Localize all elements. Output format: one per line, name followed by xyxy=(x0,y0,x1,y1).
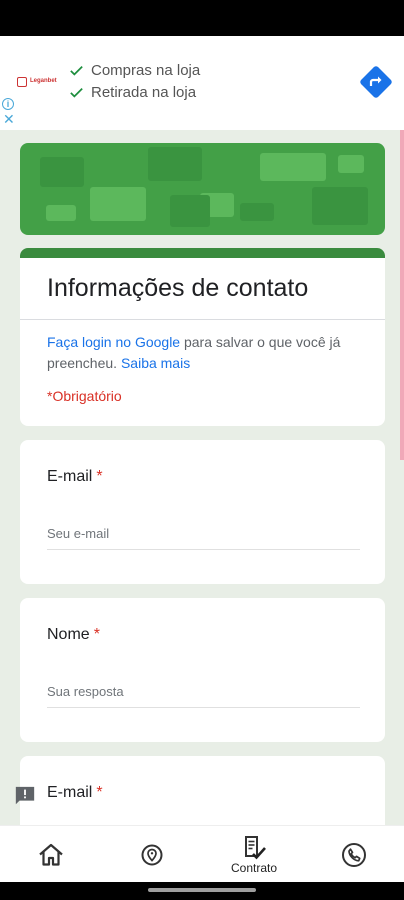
phone-icon xyxy=(342,842,366,867)
form-content[interactable]: Informações de contato Faça login no Goo… xyxy=(0,130,404,825)
title-card-accent xyxy=(20,248,385,258)
form-title: Informações de contato xyxy=(47,274,309,302)
question-card-email: E-mail * Seu e-mail xyxy=(20,440,385,584)
status-bar xyxy=(0,0,404,36)
location-icon xyxy=(141,844,163,865)
nav-phone[interactable] xyxy=(339,826,369,883)
contract-icon xyxy=(245,836,266,860)
google-login-link[interactable]: Faça login no Google xyxy=(47,334,180,350)
nav-contract[interactable]: Contrato xyxy=(224,826,284,883)
feedback-icon[interactable] xyxy=(14,785,36,807)
bottom-navigation: Contrato xyxy=(0,825,404,882)
nav-label: Contrato xyxy=(230,861,278,875)
divider xyxy=(20,319,385,320)
required-asterisk: * xyxy=(96,784,103,801)
ad-banner[interactable]: Leganbet Compras na loja Retirada na loj… xyxy=(0,36,404,130)
check-icon xyxy=(70,88,83,98)
learn-more-link[interactable]: Saiba mais xyxy=(121,355,190,371)
question-card-email-2: E-mail * xyxy=(20,756,385,825)
home-icon xyxy=(39,843,63,866)
question-label: E-mail * xyxy=(47,784,103,801)
ad-feature-label: Compras na loja xyxy=(91,62,201,79)
ad-logo: Leganbet xyxy=(17,76,57,90)
question-card-name: Nome * Sua resposta xyxy=(20,598,385,742)
ad-feature-item: Retirada na loja xyxy=(68,84,196,101)
required-note: *Obrigatório xyxy=(47,388,122,404)
gesture-handle[interactable] xyxy=(148,888,256,892)
ad-feature-item: Compras na loja xyxy=(68,62,200,79)
question-label: E-mail * xyxy=(47,468,103,485)
directions-icon[interactable] xyxy=(359,65,393,99)
required-asterisk: * xyxy=(96,468,103,485)
required-asterisk: * xyxy=(93,626,100,643)
ad-feature-label: Retirada na loja xyxy=(91,84,197,101)
close-icon[interactable]: ✕ xyxy=(3,112,15,126)
form-title-card: Informações de contato Faça login no Goo… xyxy=(20,248,385,426)
info-icon[interactable]: i xyxy=(2,98,14,110)
login-info-text: Faça login no Google para salvar o que v… xyxy=(47,332,362,374)
question-label: Nome * xyxy=(47,626,100,643)
nav-home[interactable] xyxy=(36,826,66,883)
gesture-area xyxy=(0,882,404,900)
scroll-indicator[interactable] xyxy=(400,130,404,460)
nav-location[interactable] xyxy=(138,826,166,883)
email-input[interactable]: Seu e-mail xyxy=(47,526,360,550)
check-icon xyxy=(70,66,83,76)
name-input[interactable]: Sua resposta xyxy=(47,684,360,708)
form-header-image xyxy=(20,143,385,235)
